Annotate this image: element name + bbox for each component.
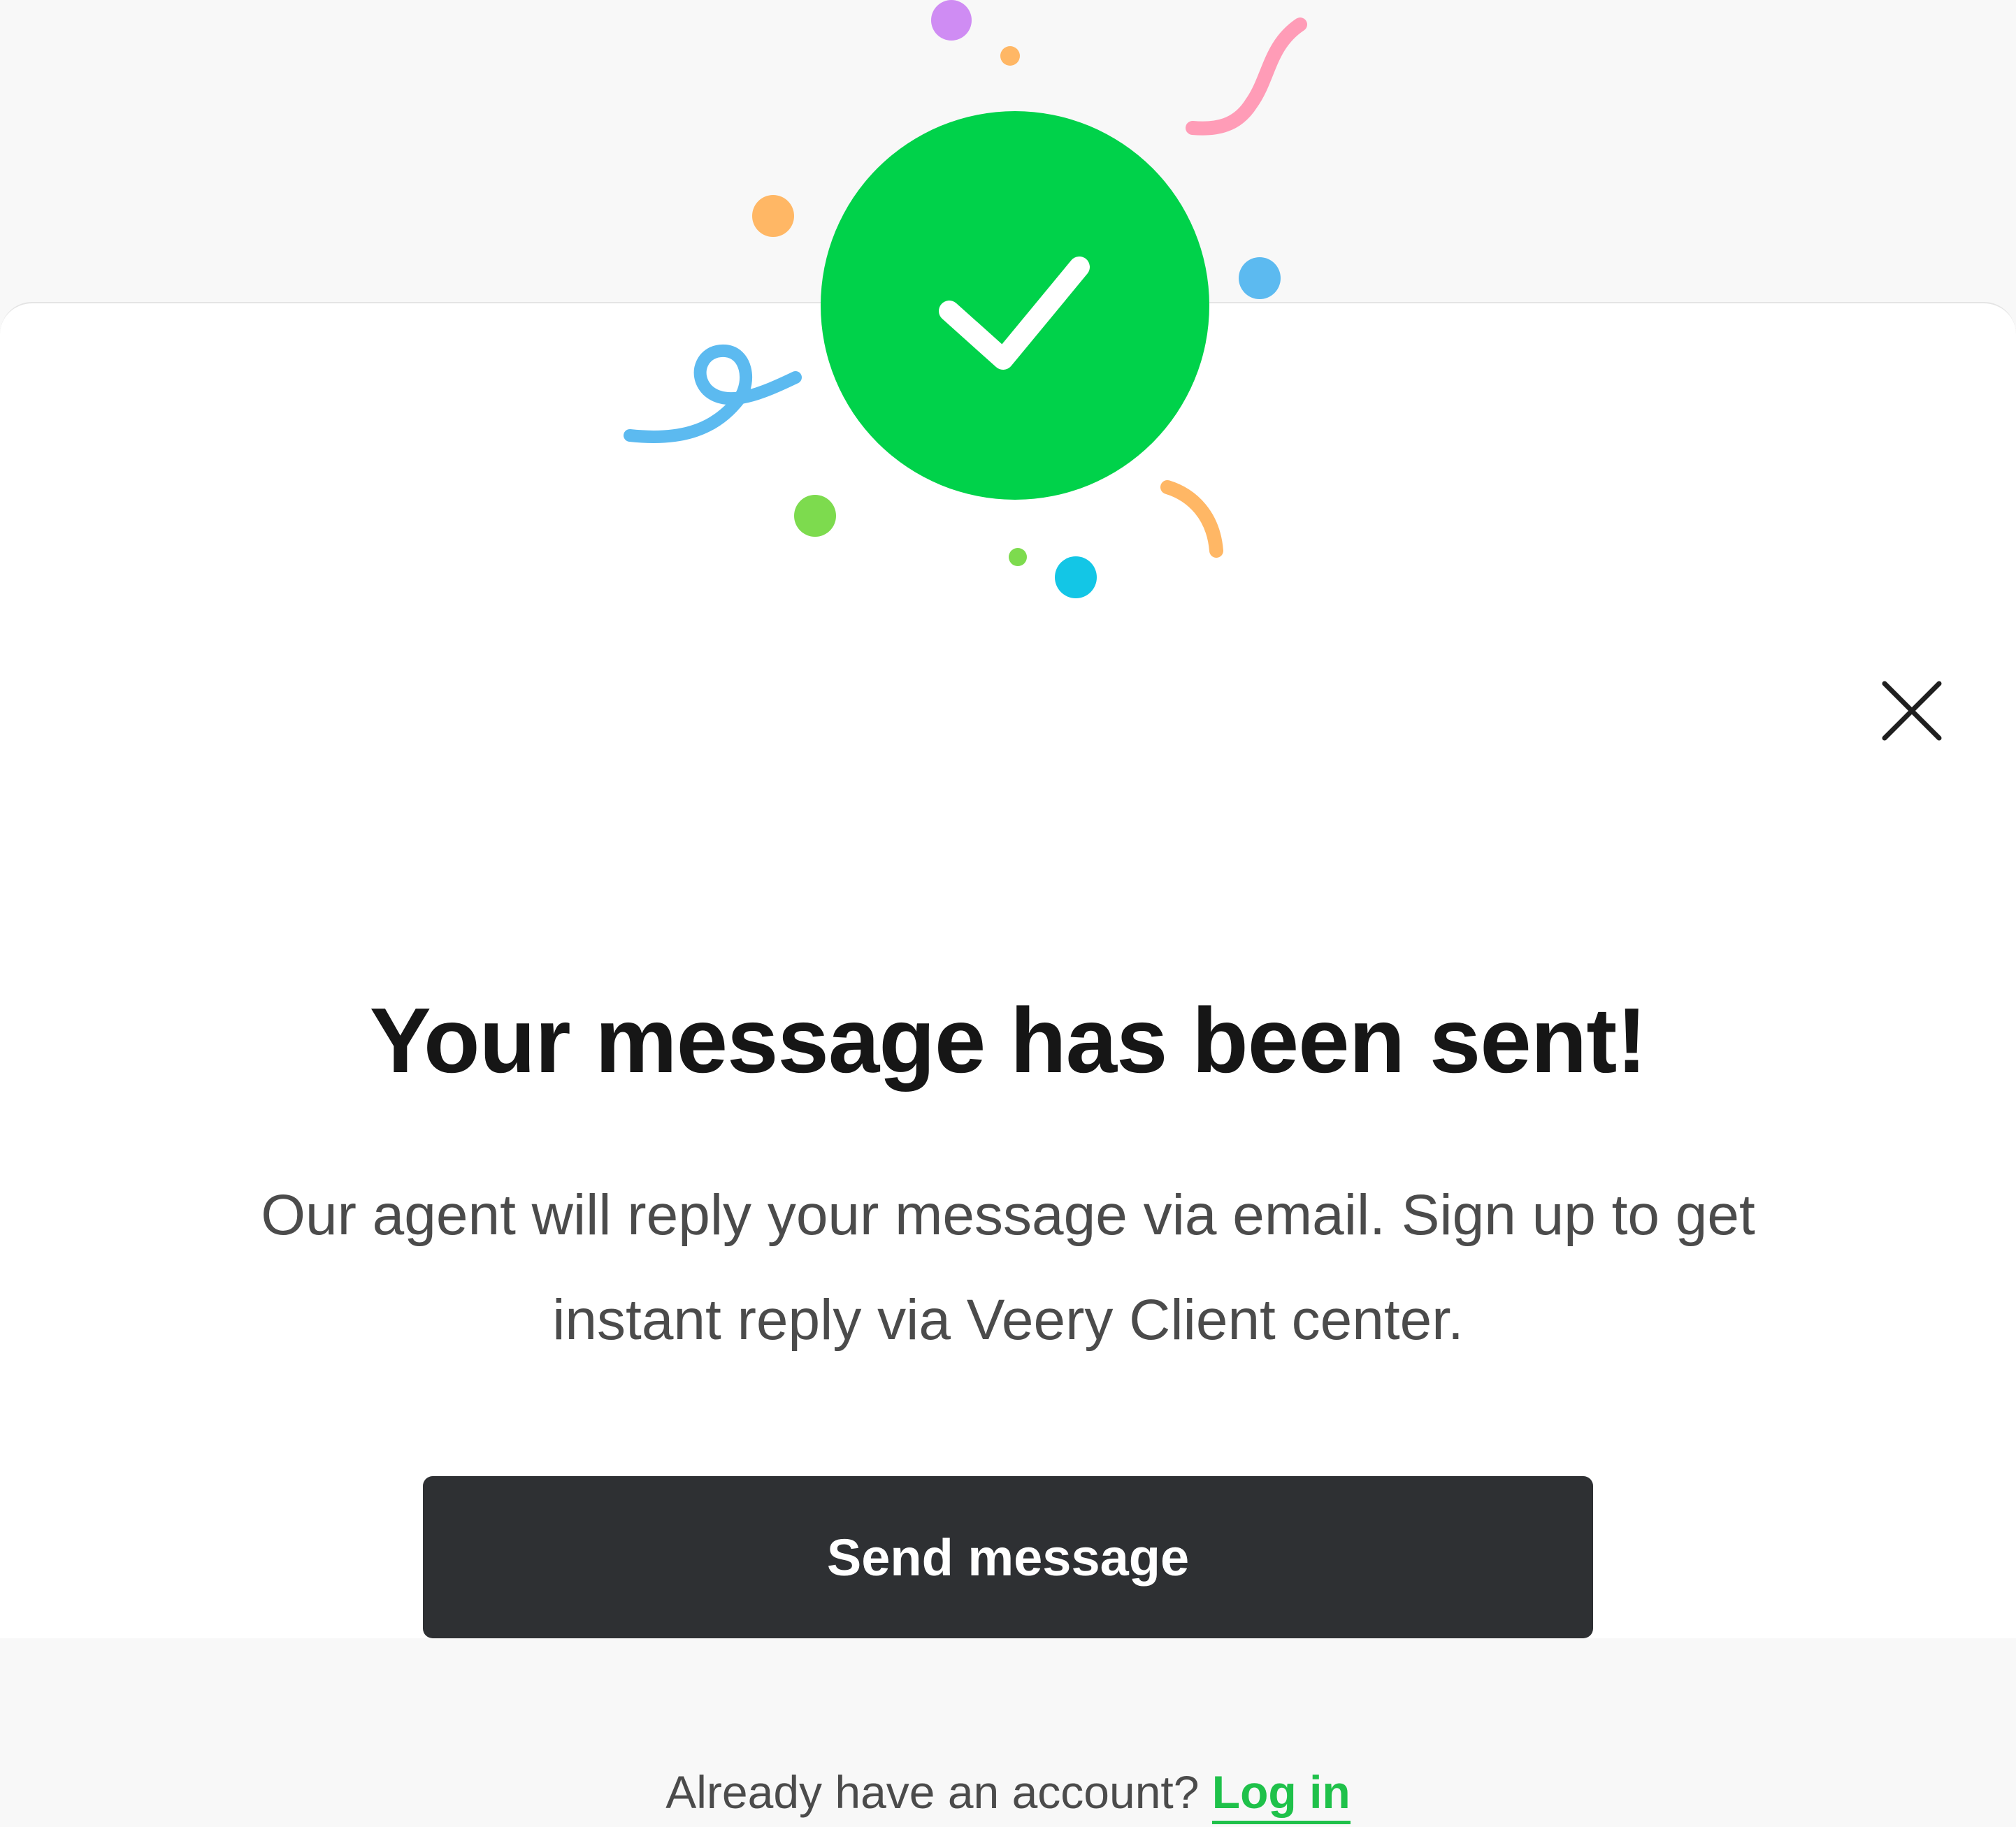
dialog-message: Our agent will reply your message via em…	[261, 1183, 1755, 1352]
confetti-dot-orange-small	[1000, 46, 1020, 66]
confetti-dot-blue	[1239, 257, 1281, 299]
login-prompt-text: Already have an account?	[665, 1766, 1200, 1818]
confetti-streamer-pink	[1186, 17, 1307, 136]
close-icon	[1882, 681, 1942, 741]
dialog-title: Your message has been sent!	[369, 989, 1648, 1092]
success-dialog: Your message has been sent! Our agent wi…	[0, 302, 2016, 1824]
confetti-dot-orange	[752, 195, 794, 237]
confetti-dot-purple	[931, 0, 972, 41]
login-link[interactable]: Log in	[1211, 1766, 1351, 1824]
close-button[interactable]	[1873, 672, 1950, 749]
login-prompt: Already have an account? Log in	[0, 1757, 2016, 1827]
send-message-button[interactable]: Send message	[423, 1476, 1593, 1638]
